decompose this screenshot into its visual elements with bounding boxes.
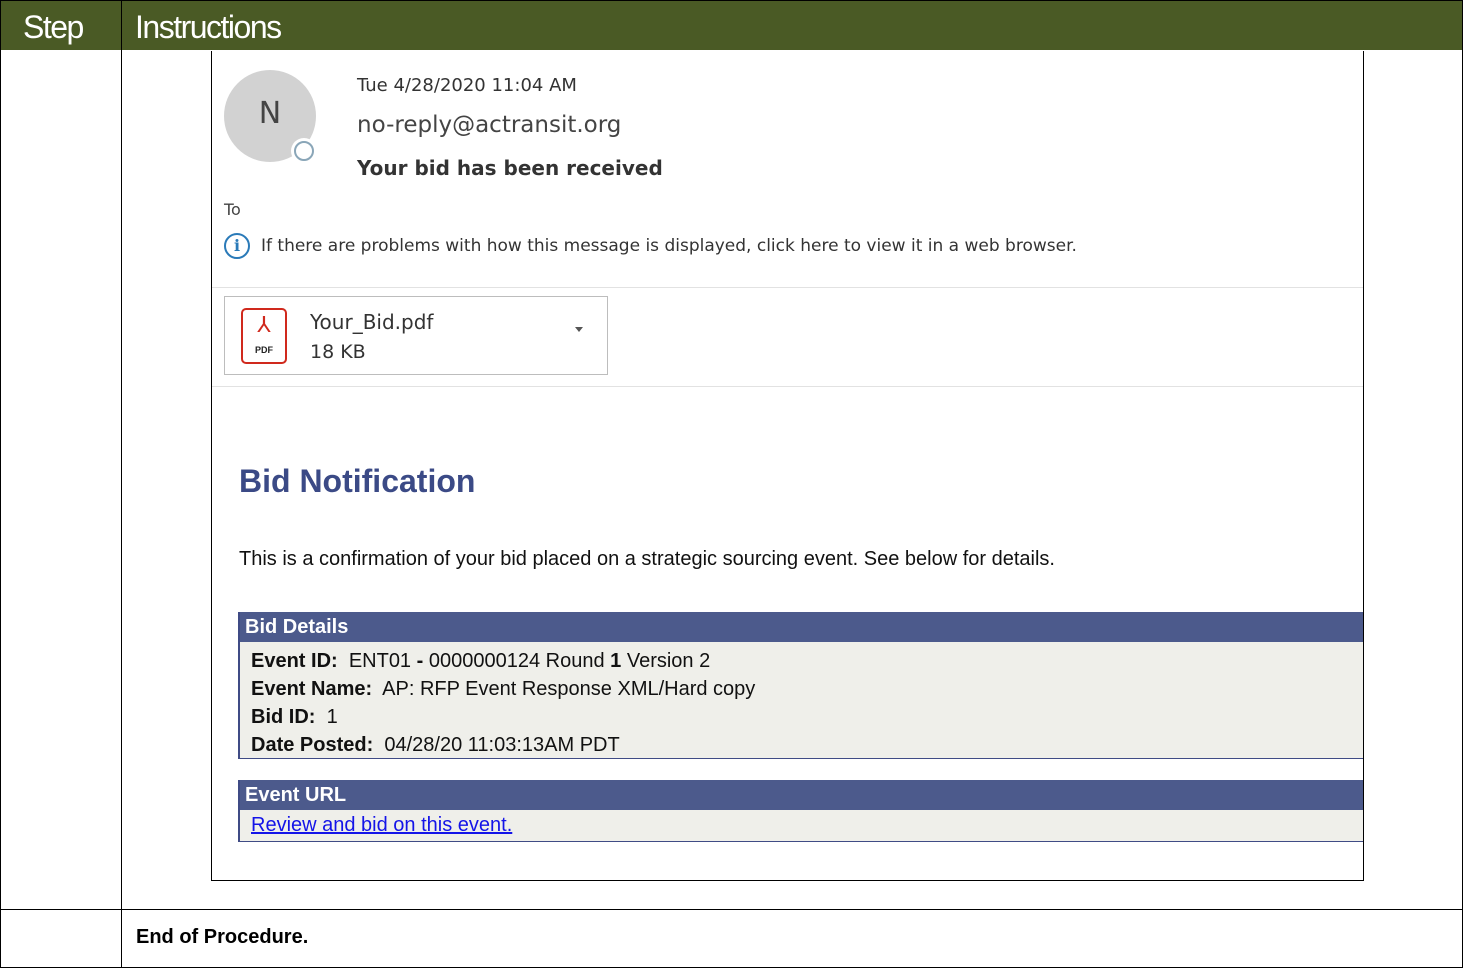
event-version: Version 2 [626,650,711,672]
bid-details-section: Bid Details Event ID: ENT01 - 0000000124… [238,612,1363,759]
date-posted-line: Date Posted: 04/28/20 11:03:13AM PDT [251,731,1363,759]
bid-details-header: Bid Details [240,612,1363,642]
step-column-divider [121,1,122,968]
info-bar[interactable]: i If there are problems with how this me… [224,233,1077,259]
avatar-letter: N [258,96,282,131]
bid-notification-title: Bid Notification [239,463,476,499]
attachment-size: 18 KB [310,341,366,363]
email-date: Tue 4/28/2020 11:04 AM [357,75,577,96]
bid-id-value: 1 [326,706,338,728]
divider [212,386,1363,387]
event-id-label: Event ID: [251,650,338,672]
event-id-value: ENT01 [348,650,412,672]
acrobat-glyph-icon: ⅄ [257,312,271,337]
event-name-line: Event Name: AP: RFP Event Response XML/H… [251,675,1363,703]
date-posted-value: 04/28/20 11:03:13AM PDT [384,734,620,756]
divider [212,287,1363,288]
bid-details-body: Event ID: ENT01 - 0000000124 Round 1 Ver… [240,642,1363,759]
date-posted-label: Date Posted: [251,734,374,756]
event-round-number: 1 [610,650,622,672]
info-icon: i [224,233,250,259]
presence-status-icon [291,138,317,164]
event-id-line: Event ID: ENT01 - 0000000124 Round 1 Ver… [251,647,1363,675]
end-of-procedure-text: End of Procedure. [136,926,309,948]
info-bar-text[interactable]: If there are problems with how this mess… [261,236,1077,256]
attachment-card[interactable]: ⅄ PDF Your_Bid.pdf 18 KB [224,296,608,375]
event-name-label: Event Name: [251,678,373,700]
event-url-body: Review and bid on this event. [240,810,1363,842]
confirmation-text: This is a confirmation of your bid place… [239,548,1055,570]
event-id-separator: - [416,650,424,672]
event-name-value: AP: RFP Event Response XML/Hard copy [382,678,756,700]
instructions-column-header: Instructions [135,9,282,45]
attachment-name[interactable]: Your_Bid.pdf [310,310,433,334]
email-subject: Your bid has been received [357,156,663,180]
pdf-icon: ⅄ PDF [241,308,287,364]
email-to-label: To [224,200,241,219]
procedure-table: Step Instructions End of Procedure. N Tu… [0,0,1463,968]
event-url-header: Event URL [240,780,1363,810]
bid-id-line: Bid ID: 1 [251,703,1363,731]
event-url-section: Event URL Review and bid on this event. [238,780,1363,842]
table-header-row: Step Instructions [1,1,1462,50]
event-id-rest: 0000000124 Round [428,650,605,672]
pdf-icon-tag: PDF [255,345,273,355]
email-sender[interactable]: no-reply@actransit.org [357,112,621,138]
bid-id-label: Bid ID: [251,706,316,728]
email-screenshot: N Tue 4/28/2020 11:04 AM no-reply@actran… [211,51,1364,881]
step-column-header: Step [23,9,84,45]
chevron-down-icon[interactable] [575,327,583,332]
review-and-bid-link[interactable]: Review and bid on this event. [251,814,512,836]
row-divider [1,909,1462,910]
